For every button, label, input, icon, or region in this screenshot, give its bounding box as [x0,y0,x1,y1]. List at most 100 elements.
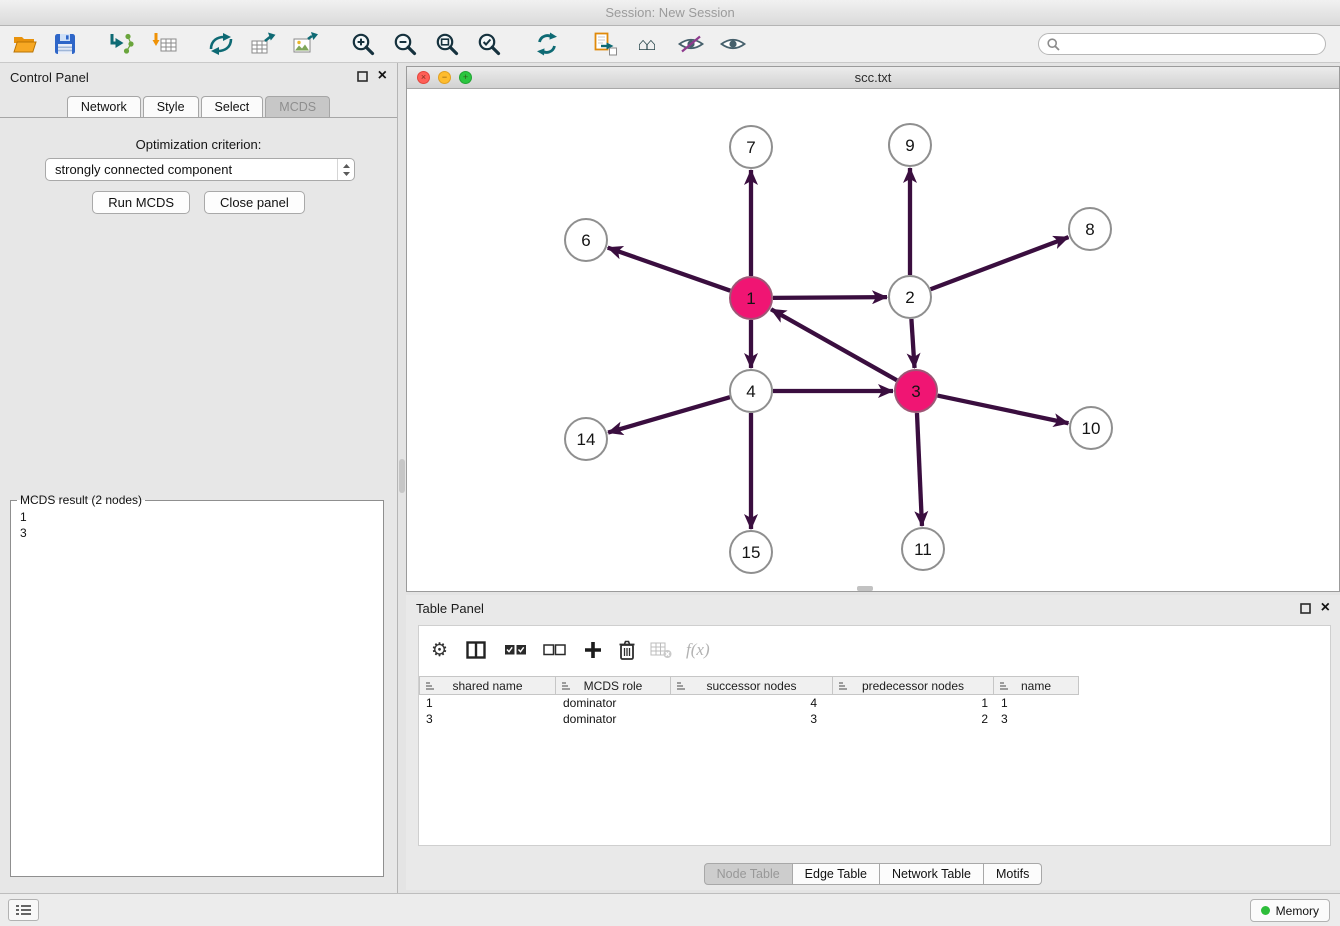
graph-node-2[interactable]: 2 [889,276,931,318]
network-hscrollbar-nub[interactable] [857,586,873,591]
cell-predecessor-nodes[interactable]: 1 [833,695,994,711]
run-mcds-button[interactable]: Run MCDS [92,191,190,214]
zoom-selected-button[interactable] [472,28,506,60]
tab-style[interactable]: Style [143,96,199,117]
network-window-titlebar[interactable]: × − + scc.txt [407,67,1339,89]
refresh-view-button[interactable] [530,28,564,60]
cell-shared-name[interactable]: 1 [419,695,556,711]
open-session-button[interactable] [8,28,42,60]
minimize-window-button[interactable]: − [438,71,451,84]
cell-mcds-role[interactable]: dominator [556,711,671,727]
cell-name[interactable]: 1 [994,695,1079,711]
panel-splitter-handle[interactable] [399,459,405,493]
cell-successor-nodes[interactable]: 4 [671,695,833,711]
export-image-button[interactable] [288,28,322,60]
export-table-icon [250,32,276,56]
close-table-panel-button[interactable]: × [1321,602,1330,614]
show-columns-button[interactable] [466,641,486,659]
graph-edge-1-6[interactable] [608,248,731,291]
panel-menu-button[interactable] [8,899,39,921]
table-row[interactable]: 3 dominator 3 2 3 [419,711,1330,727]
graph-edge-1-2[interactable] [773,297,887,298]
control-panel: Control Panel × Network Style Select MCD… [0,63,398,893]
graph-edge-2-3[interactable] [911,319,914,368]
tab-network[interactable]: Network [67,96,141,117]
criterion-select[interactable]: strongly connected component [45,158,355,181]
add-column-button[interactable] [584,641,602,659]
graph-edge-3-11[interactable] [917,413,922,526]
graph-node-8[interactable]: 8 [1069,208,1111,250]
column-header-predecessor-nodes[interactable]: predecessor nodes [833,676,994,695]
graph-node-14[interactable]: 14 [565,418,607,460]
export-table-button[interactable] [246,28,280,60]
graph-node-7[interactable]: 7 [730,126,772,168]
graph-node-3[interactable]: 3 [895,370,937,412]
delete-column-button[interactable] [618,639,636,661]
search-box[interactable] [1038,33,1326,55]
cell-successor-nodes[interactable]: 3 [671,711,833,727]
show-details-eye-icon [720,35,746,53]
float-table-panel-button[interactable] [1300,603,1311,614]
cell-mcds-role[interactable]: dominator [556,695,671,711]
zoom-in-button[interactable] [346,28,380,60]
graph-node-9[interactable]: 9 [889,124,931,166]
tab-node-table[interactable]: Node Table [704,863,793,885]
graph-node-6[interactable]: 6 [565,219,607,261]
clone-network-button[interactable] [588,28,622,60]
tab-mcds[interactable]: MCDS [265,96,330,117]
save-session-button[interactable] [48,28,82,60]
home-view-button[interactable]: ⌂⌂ [630,28,664,60]
deselect-all-rows-button[interactable] [543,644,566,656]
close-window-button[interactable]: × [417,71,430,84]
memory-button[interactable]: Memory [1250,899,1330,922]
graph-node-11[interactable]: 11 [902,528,944,570]
column-header-shared-name[interactable]: shared name [419,676,556,695]
gear-icon: ⚙ [431,639,448,662]
zoom-window-button[interactable]: + [459,71,472,84]
tab-edge-table[interactable]: Edge Table [793,863,880,885]
import-table-button[interactable] [148,28,182,60]
search-input[interactable] [1065,35,1317,53]
clone-network-icon [593,32,617,56]
graph-edge-2-8[interactable] [931,237,1069,289]
graph-node-4[interactable]: 4 [730,370,772,412]
refresh-icon [535,32,559,56]
column-header-name[interactable]: name [994,676,1079,695]
tab-network-table[interactable]: Network Table [880,863,984,885]
import-network-button[interactable] [104,28,138,60]
zoom-fit-icon [435,32,459,56]
cell-predecessor-nodes[interactable]: 2 [833,711,994,727]
svg-text:2: 2 [905,288,914,307]
column-type-icon [999,681,1010,691]
mcds-result-text[interactable]: 1 3 [11,507,383,876]
show-details-button[interactable] [716,28,750,60]
network-canvas[interactable]: 7 9 6 8 1 2 4 3 14 10 15 11 [407,89,1339,591]
graph-edge-3-10[interactable] [938,396,1069,424]
graph-node-10[interactable]: 10 [1070,407,1112,449]
svg-text:4: 4 [746,382,755,401]
graph-node-1[interactable]: 1 [730,277,772,319]
export-network-button[interactable] [204,28,238,60]
checked-boxes-icon [504,644,527,656]
cell-name[interactable]: 3 [994,711,1079,727]
tab-motifs[interactable]: Motifs [984,863,1042,885]
zoom-out-button[interactable] [388,28,422,60]
zoom-fit-button[interactable] [430,28,464,60]
function-builder-button[interactable]: f(x) [686,640,710,660]
column-header-successor-nodes[interactable]: successor nodes [671,676,833,695]
delete-table-button[interactable] [650,641,672,659]
table-row[interactable]: 1 dominator 4 1 1 [419,695,1330,711]
column-header-mcds-role[interactable]: MCDS role [556,676,671,695]
graph-edge-4-14[interactable] [608,397,730,432]
tab-select[interactable]: Select [201,96,264,117]
graph-edge-3-1[interactable] [771,309,897,380]
table-settings-button[interactable]: ⚙ [431,639,448,662]
cell-shared-name[interactable]: 3 [419,711,556,727]
close-mcds-panel-button[interactable]: Close panel [204,191,305,214]
hide-details-button[interactable] [674,28,708,60]
open-folder-icon [13,33,37,55]
float-panel-button[interactable] [357,71,368,82]
graph-node-15[interactable]: 15 [730,531,772,573]
close-control-panel-button[interactable]: × [378,70,387,82]
select-all-rows-button[interactable] [504,644,527,656]
